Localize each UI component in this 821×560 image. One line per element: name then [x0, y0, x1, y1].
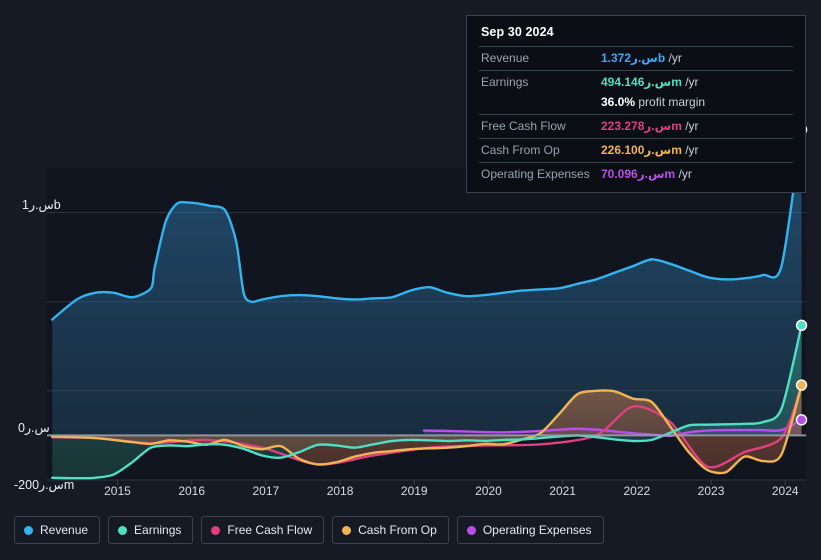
- tooltip-row-amount: 223.278س.رm: [601, 119, 682, 133]
- profit-margin-percent: 36.0%: [601, 95, 636, 109]
- legend-item-label: Earnings: [134, 523, 182, 537]
- legend-color-dot-icon: [24, 525, 33, 535]
- tooltip-row-label: Revenue: [481, 51, 530, 65]
- x-axis-label: 2022: [623, 484, 651, 498]
- legend-item-earnings[interactable]: Earnings: [108, 516, 194, 544]
- x-axis-label: 2021: [549, 484, 576, 498]
- tooltip-row-label: Free Cash Flow: [481, 119, 566, 133]
- profit-margin-label: profit margin: [635, 95, 706, 109]
- legend-color-dot-icon: [466, 525, 476, 535]
- tooltip-row: Operating Expenses 70.096س.رm /yr: [479, 162, 793, 186]
- y-axis-label: 1س.رb: [22, 197, 61, 212]
- legend-item-free-cash-flow[interactable]: Free Cash Flow: [201, 516, 325, 544]
- legend-item-operating-expenses[interactable]: Operating Expenses: [456, 516, 604, 544]
- tooltip-row: Earnings 494.146س.رm /yr: [479, 70, 793, 94]
- tooltip-row-value: 1.372س.رb /yr: [601, 51, 682, 65]
- tooltip-row-label: Earnings: [481, 75, 529, 89]
- chart-screen: 1س.رb 0س.ر -200س.رm 2015 2016 2017 2018 2019 20…: [0, 0, 821, 560]
- tooltip-date: Sep 30 2024: [481, 25, 554, 39]
- tooltip-row-value: 223.278س.رm /yr: [601, 119, 699, 133]
- legend-item-label: Operating Expenses: [482, 523, 592, 537]
- tooltip-row-value: 226.100س.رm /yr: [601, 143, 699, 157]
- x-axis-label: 2023: [697, 484, 725, 498]
- x-axis-label: 2024: [771, 484, 799, 498]
- tooltip-row-amount: 226.100س.رm: [601, 143, 682, 157]
- legend-color-dot-icon: [342, 525, 352, 535]
- legend-item-label: Revenue: [40, 523, 89, 537]
- tooltip-row: Free Cash Flow 223.278س.رm /yr: [479, 114, 793, 138]
- tooltip-row-amount: 70.096س.رm: [601, 167, 676, 181]
- tooltip-row-unit: /yr: [665, 51, 682, 65]
- tooltip-row: Cash From Op 226.100س.رm /yr: [479, 138, 793, 162]
- legend-color-dot-icon: [211, 525, 221, 535]
- x-axis-label: 2016: [178, 484, 206, 498]
- x-axis-label: 2020: [475, 484, 502, 498]
- x-axis-label: 2018: [326, 484, 354, 498]
- legend-item-label: Cash From Op: [358, 523, 437, 537]
- x-axis-label: 2019: [400, 484, 428, 498]
- tooltip-row-value: 70.096س.رm /yr: [601, 167, 692, 181]
- tooltip-row: Revenue 1.372س.رb /yr: [479, 46, 793, 70]
- legend-item-cash-from-op[interactable]: Cash From Op: [332, 516, 449, 544]
- tooltip-profit-margin-value: 36.0% profit margin: [601, 95, 705, 109]
- tooltip-row-amount: 1.372س.رb: [601, 51, 666, 65]
- tooltip-rows: Revenue 1.372س.رb /yr Earnings 494.146س.رm …: [479, 46, 793, 186]
- tooltip-row-label: Cash From Op: [481, 143, 560, 157]
- tooltip-row-label: Operating Expenses: [481, 167, 590, 181]
- y-axis-label: -200س.رm: [14, 478, 75, 492]
- legend-color-dot-icon: [118, 525, 128, 535]
- chart-legend[interactable]: Revenue Earnings Free Cash Flow Cash From O…: [14, 516, 604, 544]
- chart-tooltip: Sep 30 2024 Revenue 1.372س.رb /yr Earnings…: [466, 15, 806, 193]
- legend-item-revenue[interactable]: Revenue: [14, 516, 101, 544]
- tooltip-row-unit: /yr: [681, 119, 699, 133]
- tooltip-row-amount: 494.146س.رm: [601, 75, 682, 89]
- tooltip-row-unit: /yr: [675, 167, 692, 181]
- x-axis-label: 2017: [252, 484, 280, 498]
- tooltip-row-value: 494.146س.رm /yr: [601, 75, 699, 89]
- legend-item-label: Free Cash Flow: [227, 523, 313, 537]
- y-axis-label: 0س.ر: [18, 421, 50, 436]
- x-axis-label: 2015: [104, 484, 131, 498]
- tooltip-profit-margin-row: 36.0% profit margin: [479, 94, 793, 114]
- tooltip-row-unit: /yr: [681, 75, 699, 89]
- tooltip-row-unit: /yr: [681, 143, 699, 157]
